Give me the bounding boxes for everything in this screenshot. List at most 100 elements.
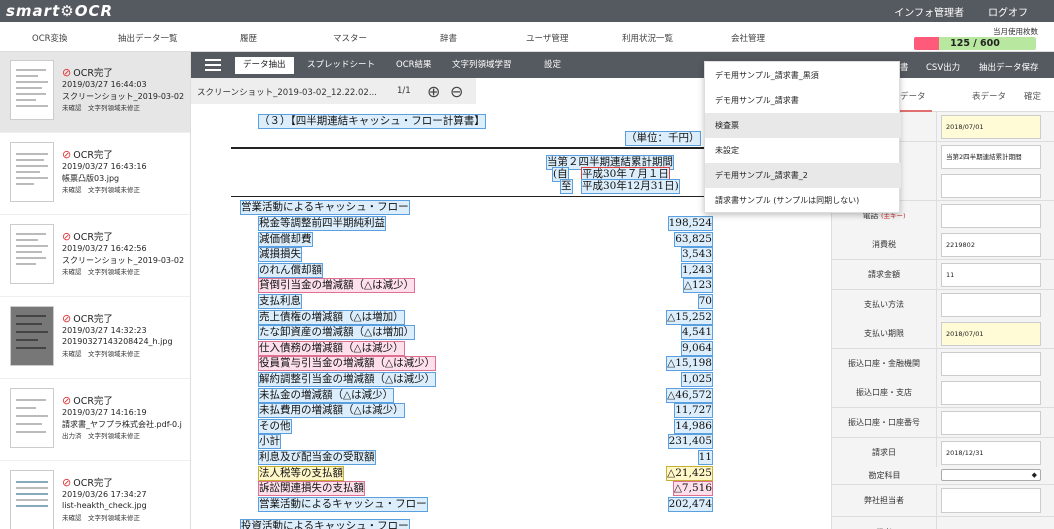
dropdown-item[interactable]: デモ用サンプル_請求書_2: [705, 163, 901, 188]
field-input[interactable]: 2018/07/01: [941, 322, 1041, 347]
file-item[interactable]: ⊘ OCR完了 2019/03/27 16:44:03 スクリーンショット_201…: [0, 52, 190, 133]
doc-row-value[interactable]: △123: [682, 278, 714, 293]
doc-row-value[interactable]: 4,541: [680, 325, 714, 340]
nav-usage-list[interactable]: 利用状況一覧: [622, 32, 673, 44]
doc-row-label[interactable]: 貸倒引当金の増減額（△は減少）: [257, 278, 416, 293]
logoff-link[interactable]: ログオフ: [988, 8, 1028, 19]
doc-row-value[interactable]: 9,064: [680, 341, 714, 356]
field-label: 備考: [832, 517, 937, 529]
doc-row-value[interactable]: 11,727: [674, 403, 713, 418]
dropdown-item[interactable]: デモ用サンプル_請求書: [705, 88, 901, 113]
admin-user-link[interactable]: インフォ管理者: [894, 8, 964, 19]
doc-row-label[interactable]: 利息及び配当金の受取額: [258, 450, 376, 465]
doc-row-label[interactable]: 未払費用の増減額（△は減少）: [258, 403, 405, 418]
doc-row-value[interactable]: △15,252: [666, 310, 713, 325]
field-input[interactable]: 当第2四半期連結累計期間: [941, 144, 1041, 169]
toolbar-doc-button[interactable]: 書: [900, 61, 909, 73]
field-input[interactable]: [941, 174, 1041, 199]
doc-row-label[interactable]: 減損損失: [258, 247, 302, 262]
tab-confirm[interactable]: 確定: [1024, 90, 1041, 102]
doc-row-value[interactable]: 11: [697, 450, 714, 465]
doc-row-value[interactable]: △46,572: [666, 388, 713, 403]
zoom-in-icon[interactable]: ⊕: [427, 82, 440, 101]
file-item[interactable]: ⊘ OCR完了 2019/03/26 17:34:27 list-heakth_c…: [0, 462, 190, 529]
doc-row-value[interactable]: △21,425: [666, 466, 713, 481]
doc-row-label[interactable]: 支払利息: [258, 294, 302, 309]
tab-settings[interactable]: 設定: [536, 57, 569, 74]
tab-text-area-learning[interactable]: 文字列領域学習: [444, 57, 520, 74]
doc-row-label[interactable]: のれん償却額: [258, 263, 323, 278]
doc-row-label[interactable]: 減価償却費: [258, 232, 313, 247]
tab-spreadsheet[interactable]: スプレッドシート: [299, 57, 383, 74]
nav-extracted-data[interactable]: 抽出データ一覧: [118, 32, 178, 44]
field-input[interactable]: 2219802: [941, 233, 1041, 258]
doc-unit[interactable]: （単位：千円）: [625, 131, 701, 146]
tab-data-extraction[interactable]: データ抽出: [235, 57, 294, 74]
doc-row-value[interactable]: 1,243: [680, 263, 714, 278]
viewer-header: スクリーンショット_2019-03-02_12.22.02... 1/1 ⊕ ⊖: [191, 78, 476, 104]
doc-row-value[interactable]: △7,516: [672, 481, 714, 496]
file-item[interactable]: ⊘ OCR完了 2019/03/27 14:32:23 2019032714320…: [0, 298, 190, 379]
doc-row-label[interactable]: 仕入債務の増減額（△は減少）: [258, 341, 405, 356]
person-input[interactable]: [941, 488, 1041, 513]
doc-row-value[interactable]: 198,524: [667, 216, 714, 231]
doc-row-label[interactable]: 役員賞与引当金の増減額（△は減少）: [257, 356, 437, 371]
nav-company-management[interactable]: 会社管理: [731, 32, 765, 44]
zoom-out-icon[interactable]: ⊖: [450, 82, 463, 101]
file-item[interactable]: ⊘ OCR完了 2019/03/27 16:43:16 帳票凸版03.jpg 未確…: [0, 134, 190, 215]
usage-bar: 125 / 600: [914, 37, 1036, 50]
doc-row-value[interactable]: 3,543: [680, 247, 714, 262]
save-extracted-data-button[interactable]: 抽出データ保存: [979, 61, 1039, 73]
doc-row-value[interactable]: 14,986: [674, 419, 713, 434]
doc-row-value[interactable]: 1,025: [680, 372, 714, 387]
file-item[interactable]: ⊘ OCR完了 2019/03/27 14:16:19 請求書_ヤフプラ株式会社.…: [0, 380, 190, 461]
doc-row-label[interactable]: 営業活動によるキャッシュ・フロー: [258, 497, 428, 512]
doc-section-investing[interactable]: 投資活動によるキャッシュ・フロー: [240, 519, 410, 529]
nav-dictionary[interactable]: 辞書: [440, 32, 457, 44]
doc-section-operating[interactable]: 営業活動によるキャッシュ・フロー: [240, 200, 410, 215]
dropdown-item[interactable]: 検査票: [705, 113, 901, 138]
csv-export-button[interactable]: CSV出力: [926, 61, 960, 73]
file-item[interactable]: ⊘ OCR完了 2019/03/27 16:42:56 スクリーンショット_201…: [0, 216, 190, 297]
doc-row-label[interactable]: 未払金の増減額（△は減少）: [257, 388, 395, 403]
doc-row-value[interactable]: 231,405: [667, 434, 714, 449]
field-input[interactable]: 11: [941, 263, 1041, 287]
field-input[interactable]: 2018/07/01: [941, 115, 1041, 139]
tab-table-data[interactable]: 表データ: [972, 90, 1006, 102]
account-select[interactable]: ◆: [941, 469, 1041, 481]
nav-history[interactable]: 履歴: [240, 32, 257, 44]
doc-row-label[interactable]: 訴訟関連損失の支払額: [258, 481, 365, 496]
doc-row-label[interactable]: 小計: [258, 434, 281, 449]
nav-user-management[interactable]: ユーザ管理: [526, 32, 568, 44]
doc-row-label[interactable]: 税金等調整前四半期純利益: [258, 216, 386, 231]
nav-ocr-convert[interactable]: OCR変換: [32, 32, 68, 44]
doc-row-label[interactable]: その他: [258, 419, 292, 434]
doc-row-value[interactable]: △15,198: [666, 356, 713, 371]
dropdown-item[interactable]: 請求書サンプル (サンプルは同期しない): [705, 188, 901, 213]
doc-row-value[interactable]: 63,825: [674, 232, 713, 247]
field-label-text: 支払い期限: [864, 329, 904, 339]
doc-row-value[interactable]: 70: [697, 294, 714, 309]
doc-row-label[interactable]: 解約調整引当金の増減額（△は減少）: [257, 372, 437, 387]
doc-heading[interactable]: （３）【四半期連結キャッシュ・フロー計算書】: [258, 114, 486, 129]
hamburger-menu-icon[interactable]: [205, 59, 221, 71]
field-input[interactable]: [941, 381, 1041, 406]
nav-master[interactable]: マスター: [333, 32, 367, 44]
tab-data[interactable]: データ: [900, 90, 926, 102]
tab-ocr-result[interactable]: OCR結果: [388, 57, 440, 74]
dropdown-item[interactable]: 未設定: [705, 138, 901, 163]
doc-row-label[interactable]: 売上債権の増減額（△は増加）: [258, 310, 405, 325]
doc-row-label[interactable]: 法人税等の支払額: [258, 466, 344, 481]
field-input[interactable]: [941, 203, 1041, 228]
field-label: 請求金額: [832, 260, 937, 290]
field-input[interactable]: [941, 351, 1041, 376]
field-input[interactable]: 2018/12/31: [941, 440, 1041, 465]
doc-period-to-label[interactable]: 至: [560, 179, 573, 194]
field-input[interactable]: [941, 411, 1041, 435]
doc-period-to[interactable]: 平成30年12月31日): [581, 179, 680, 194]
brand-logo[interactable]: smart⚙OCR: [6, 2, 113, 20]
doc-row-label[interactable]: たな卸資産の増減額（△は増加）: [257, 325, 416, 340]
doc-row-value[interactable]: 202,474: [667, 497, 714, 512]
dropdown-item[interactable]: デモ用サンプル_請求書_黒須: [705, 63, 901, 88]
field-input[interactable]: [941, 292, 1041, 317]
